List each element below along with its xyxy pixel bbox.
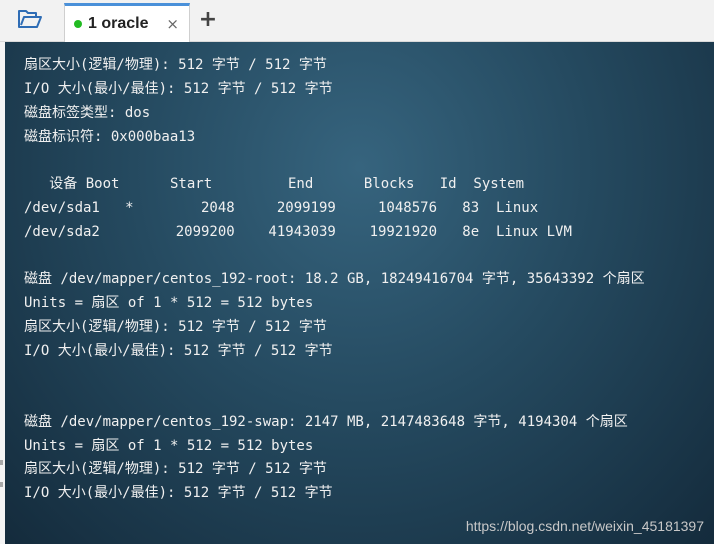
terminal-line: 磁盘 /dev/mapper/centos_192-root: 18.2 GB,… <box>24 271 645 287</box>
terminal-line: Units = 扇区 of 1 * 512 = 512 bytes <box>24 438 314 454</box>
terminal-line: 磁盘 /dev/mapper/centos_192-swap: 2147 MB,… <box>24 414 628 430</box>
close-icon[interactable]: × <box>166 15 179 33</box>
tab-oracle[interactable]: 1 oracle × <box>64 3 190 42</box>
terminal-line: 磁盘标签类型: dos <box>24 105 151 121</box>
terminal-line: Units = 扇区 of 1 * 512 = 512 bytes <box>24 295 314 311</box>
status-dot <box>74 20 82 28</box>
terminal-line: 设备 Boot Start End Blocks Id System <box>24 176 525 192</box>
terminal-output[interactable]: 扇区大小(逻辑/物理): 512 字节 / 512 字节 I/O 大小(最小/最… <box>5 42 714 544</box>
terminal-line: I/O 大小(最小/最佳): 512 字节 / 512 字节 <box>24 485 333 501</box>
plus-icon: + <box>198 7 218 32</box>
terminal-line: /dev/sda1 * 2048 2099199 1048576 83 Linu… <box>24 200 539 216</box>
gutter-mark <box>0 460 3 465</box>
terminal-line: I/O 大小(最小/最佳): 512 字节 / 512 字节 <box>24 81 333 97</box>
tab-label: 1 oracle <box>88 15 149 32</box>
folder-open-icon <box>17 8 43 34</box>
terminal-line: 扇区大小(逻辑/物理): 512 字节 / 512 字节 <box>24 57 327 73</box>
tab-bar: 1 oracle × + <box>0 0 714 42</box>
watermark-text: https://blog.csdn.net/weixin_45181397 <box>465 518 704 534</box>
terminal-line: I/O 大小(最小/最佳): 512 字节 / 512 字节 <box>24 343 333 359</box>
open-folder-button[interactable] <box>10 5 50 37</box>
terminal-line: 扇区大小(逻辑/物理): 512 字节 / 512 字节 <box>24 461 327 477</box>
terminal-line: 扇区大小(逻辑/物理): 512 字节 / 512 字节 <box>24 319 327 335</box>
gutter-mark <box>0 482 3 487</box>
add-tab-button[interactable]: + <box>198 8 218 32</box>
terminal-line: 磁盘标识符: 0x000baa13 <box>24 129 196 145</box>
terminal-line: /dev/sda2 2099200 41943039 19921920 8e L… <box>24 224 572 240</box>
